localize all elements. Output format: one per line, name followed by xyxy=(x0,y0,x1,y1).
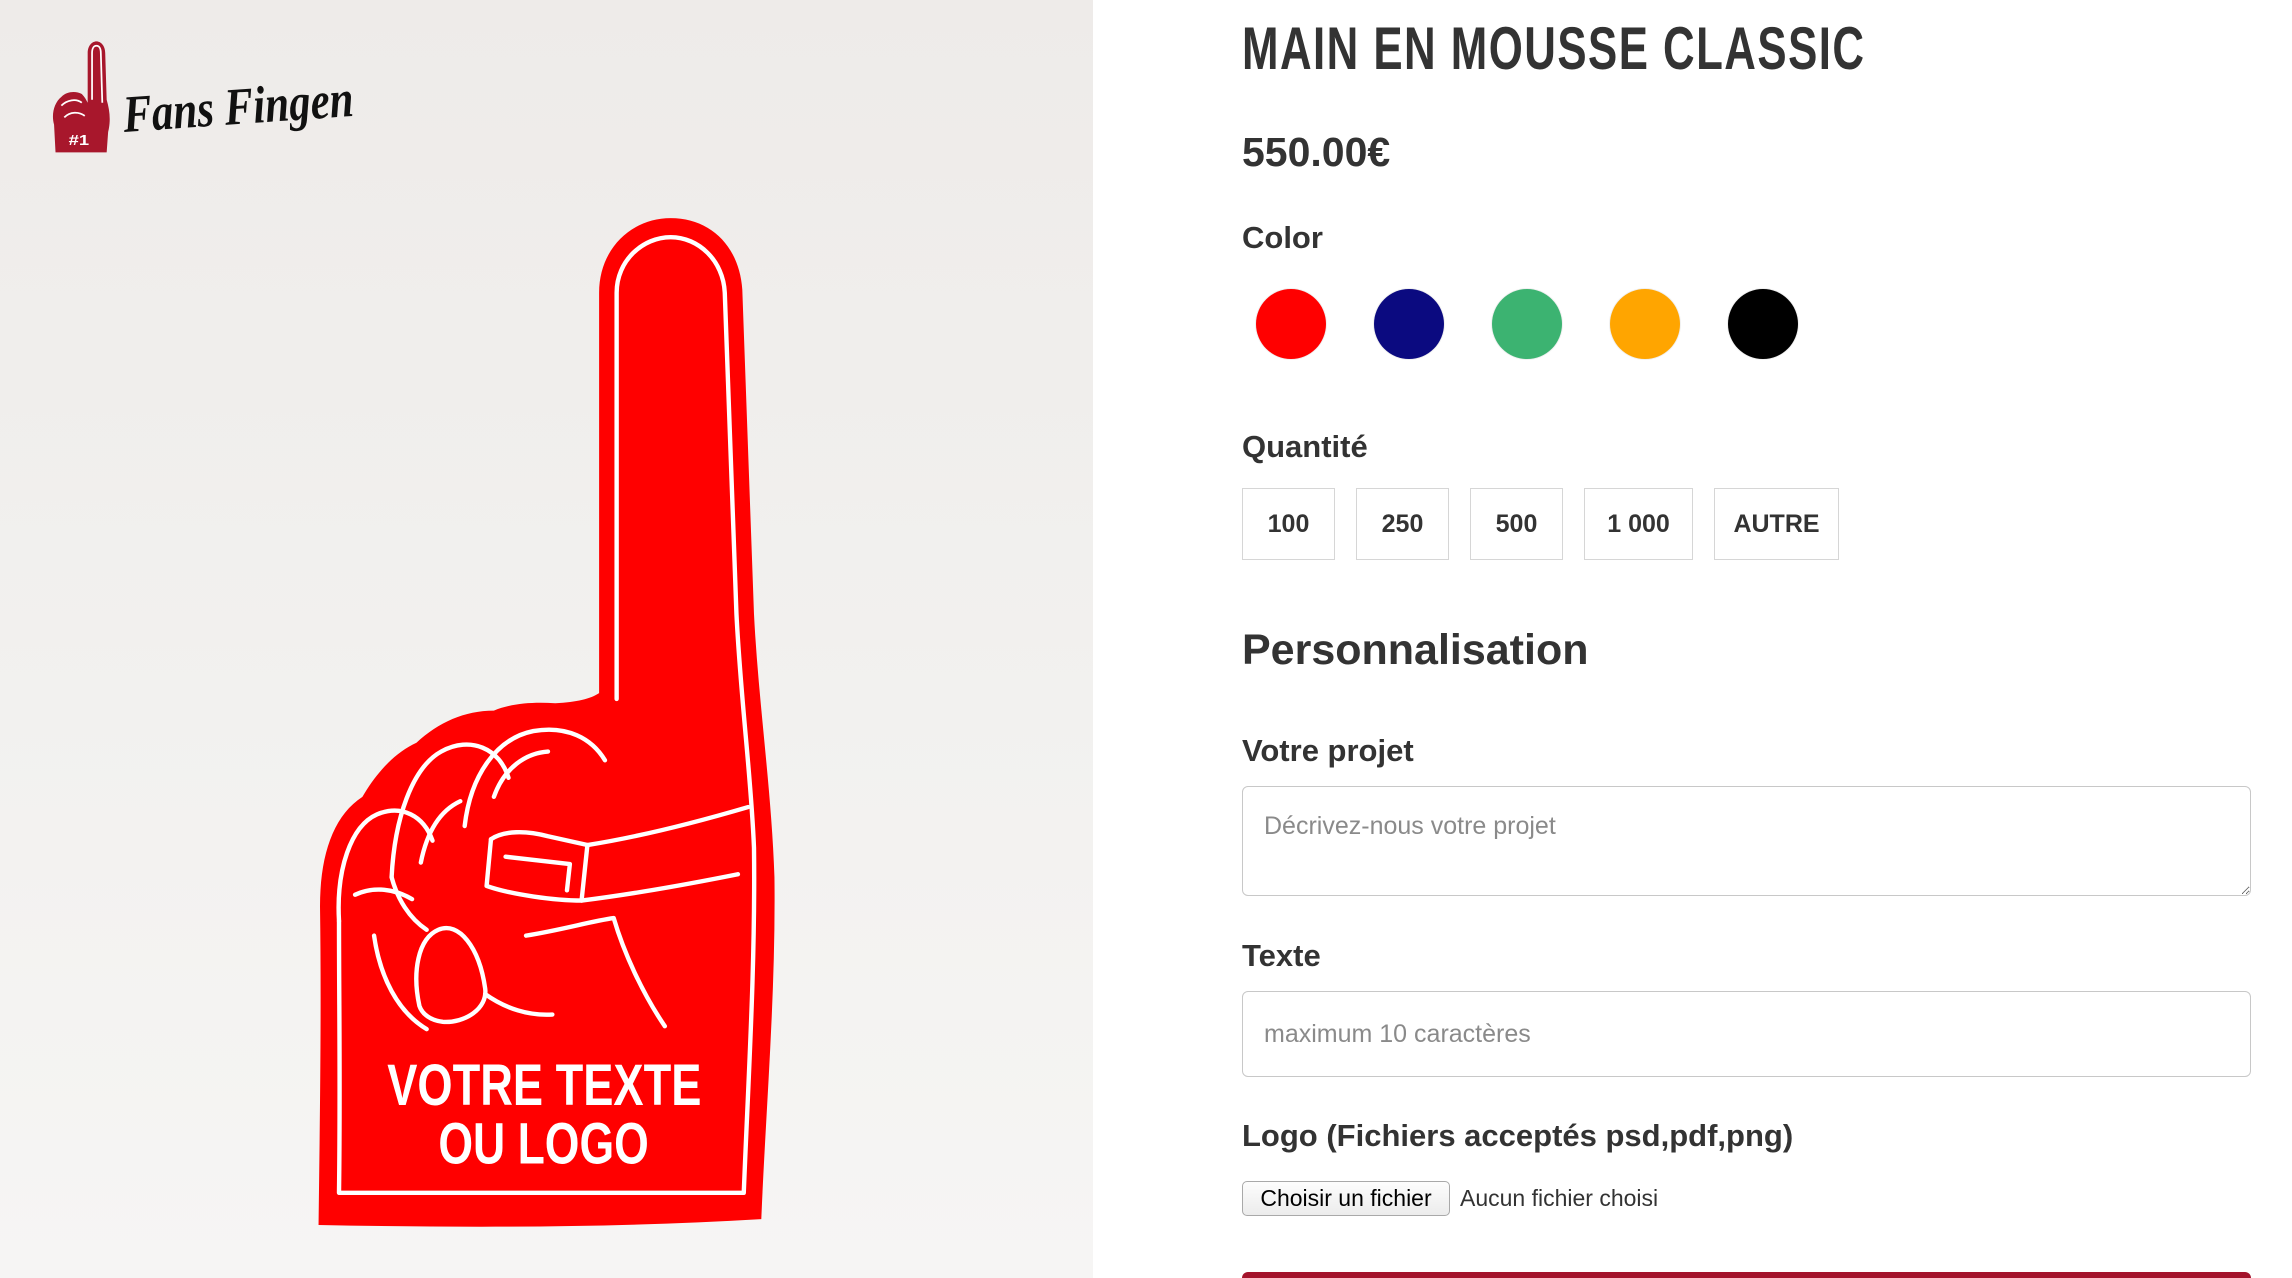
product-image: #1 Fans Fingen VOTRE TEXTE OU LOGO xyxy=(52,41,775,1227)
logo-badge-text: #1 xyxy=(69,133,89,149)
project-label: Votre projet xyxy=(1242,733,1414,768)
quantity-label: Quantité xyxy=(1242,429,1368,464)
add-to-cart-button[interactable] xyxy=(1242,1272,2251,1278)
quantity-option[interactable]: 1 000 xyxy=(1584,488,1693,560)
brand-logo[interactable]: #1 Fans Fingen xyxy=(52,41,355,153)
foam-hand-illustration: VOTRE TEXTE OU LOGO xyxy=(318,218,775,1227)
quantity-option[interactable]: 100 xyxy=(1242,488,1335,560)
print-area-line-2: OU LOGO xyxy=(438,1112,648,1177)
color-swatches xyxy=(1256,289,1798,359)
product-title: MAIN EN MOUSSE CLASSIC xyxy=(1242,15,1866,82)
custom-text-label: Texte xyxy=(1242,938,1321,973)
color-swatch[interactable] xyxy=(1374,289,1444,359)
choose-file-button[interactable]: Choisir un fichier xyxy=(1242,1181,1450,1216)
quantity-options: 100 250 500 1 000 AUTRE xyxy=(1242,488,1839,560)
custom-text-field[interactable] xyxy=(1242,991,2251,1077)
product-details: MAIN EN MOUSSE CLASSIC 550.00€ Color Qua… xyxy=(1242,0,2282,1278)
color-swatch[interactable] xyxy=(1728,289,1798,359)
quantity-option[interactable]: 500 xyxy=(1470,488,1563,560)
color-swatch[interactable] xyxy=(1610,289,1680,359)
color-swatch[interactable] xyxy=(1256,289,1326,359)
logo-upload-label: Logo (Fichiers acceptés psd,pdf,png) xyxy=(1242,1118,1794,1153)
quantity-option[interactable]: AUTRE xyxy=(1714,488,1839,560)
quantity-option[interactable]: 250 xyxy=(1356,488,1449,560)
logo-file-picker: Choisir un fichier Aucun fichier choisi xyxy=(1242,1181,1658,1216)
file-status-text: Aucun fichier choisi xyxy=(1460,1185,1659,1211)
product-price: 550.00€ xyxy=(1242,129,1391,175)
print-area-line-1: VOTRE TEXTE xyxy=(387,1053,701,1118)
logo-wordmark: Fans Fingen xyxy=(120,70,355,144)
product-image-panel: #1 Fans Fingen VOTRE TEXTE OU LOGO xyxy=(0,0,1093,1278)
project-description-field[interactable] xyxy=(1242,786,2251,896)
color-label: Color xyxy=(1242,220,1323,255)
color-swatch[interactable] xyxy=(1492,289,1562,359)
personalization-heading: Personnalisation xyxy=(1242,626,1589,674)
